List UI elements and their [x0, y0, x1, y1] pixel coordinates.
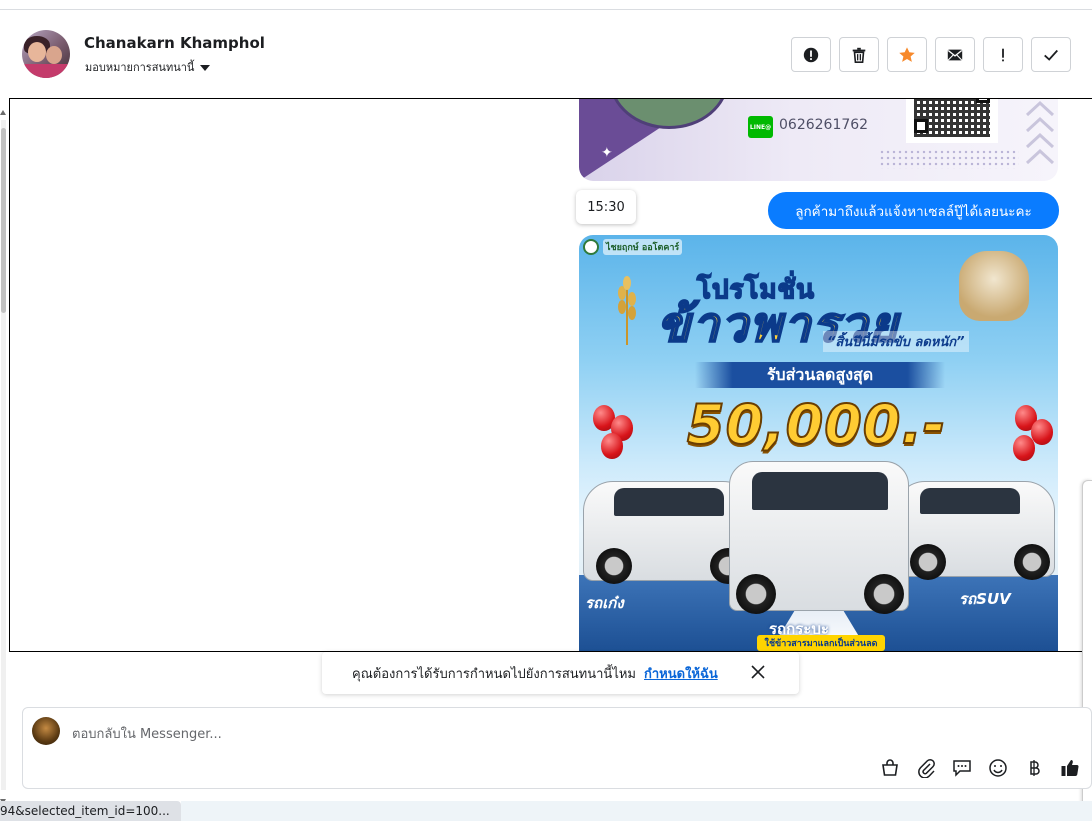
promo-ribbon: รับส่วนลดสูงสุด	[695, 362, 945, 388]
promo-tag: ใช้ข้าวสารมาแลกเป็นส่วนลด	[757, 635, 885, 651]
left-scrollbar[interactable]	[0, 110, 8, 804]
dealer-logo-icon	[583, 239, 599, 255]
contact-avatar[interactable]	[22, 30, 70, 78]
star-button[interactable]	[887, 37, 927, 72]
alert-circle-icon	[803, 47, 819, 62]
sedan-car-image	[583, 481, 753, 584]
promo-price: 50,000.-	[686, 392, 947, 457]
close-icon[interactable]	[749, 663, 767, 681]
contact-card-image[interactable]: ✦ 062-6458212 LINE@ 0626261762	[579, 99, 1058, 181]
composer-actions	[878, 756, 1082, 780]
suv-car-image	[895, 481, 1055, 580]
star-icon	[899, 46, 915, 62]
paperclip-icon	[918, 758, 935, 778]
assign-conversation-dropdown[interactable]: มอบหมายการสนทนานี้	[85, 58, 211, 76]
emoji-button[interactable]	[986, 756, 1010, 780]
label-suv: รถSUV	[959, 590, 1011, 608]
delete-button[interactable]	[839, 37, 879, 72]
reply-input[interactable]: ตอบกลับใน Messenger...	[72, 723, 222, 744]
mark-important-button[interactable]	[983, 37, 1023, 72]
smile-icon	[989, 759, 1007, 777]
scroll-thumb[interactable]	[1, 128, 6, 313]
rice-sack-image	[959, 251, 1029, 321]
payment-button[interactable]	[1022, 756, 1046, 780]
assign-suggestion-text: คุณต้องการได้รับการกำหนดไปยังการสนทนานี้…	[352, 666, 636, 682]
line-number: 0626261762	[779, 117, 869, 133]
message-thread[interactable]: ✦ 062-6458212 LINE@ 0626261762 15:30 ลูก…	[9, 98, 1092, 652]
exclamation-icon	[1002, 48, 1004, 61]
assign-to-me-link[interactable]: กำหนดให้ฉัน	[644, 663, 718, 684]
envelope-icon	[947, 49, 963, 60]
outgoing-message-bubble[interactable]: ลูกค้ามาถึงแล้วแจ้งหาเซลล์ปู๊ได้เลยนะคะ	[768, 192, 1059, 229]
inbox-conversation-view: Chanakarn Khamphol มอบหมายการสนทนานี้ ✦	[0, 0, 1092, 821]
sparkle-icon: ✦	[601, 145, 613, 161]
reply-composer[interactable]: ตอบกลับใน Messenger...	[22, 707, 1092, 789]
label-sedan: รถเก๋ง	[585, 594, 624, 612]
like-button[interactable]	[1058, 756, 1082, 780]
status-bar-url: 94&selected_item_id=100...	[0, 801, 181, 821]
check-icon	[1044, 49, 1058, 61]
dealer-logo: ไชยฤกษ์ ออโตคาร์	[583, 239, 683, 255]
shopping-bag-icon	[882, 759, 898, 776]
shop-button[interactable]	[878, 756, 902, 780]
balloon-icon	[1031, 419, 1053, 445]
top-divider	[0, 9, 1092, 10]
thumbs-up-icon	[1061, 760, 1079, 777]
contact-name[interactable]: Chanakarn Khamphol	[84, 34, 265, 52]
chevron-up-stack-icon	[1025, 100, 1055, 165]
trash-icon	[852, 47, 866, 63]
qr-code	[906, 99, 998, 143]
mark-done-button[interactable]	[1031, 37, 1071, 72]
conversation-toolbar	[791, 37, 1071, 72]
bottom-strip	[181, 801, 1092, 821]
report-spam-button[interactable]	[791, 37, 831, 72]
baht-icon	[1030, 760, 1040, 776]
attach-button[interactable]	[914, 756, 938, 780]
promo-subtitle: “สิ้นปีนี้มีรถขับ ลดหนัก”	[823, 331, 969, 352]
balloon-icon	[601, 433, 623, 459]
assign-label: มอบหมายการสนทนานี้	[85, 61, 195, 74]
saved-replies-button[interactable]	[950, 756, 974, 780]
chat-bubbles-icon	[953, 760, 971, 777]
mark-unread-button[interactable]	[935, 37, 975, 72]
balloon-icon	[1013, 435, 1035, 461]
dot-pattern	[879, 149, 1019, 169]
promo-image[interactable]: ไชยฤกษ์ ออโตคาร์ โปรโมชั่น ข้าวพารวย “สิ…	[579, 235, 1058, 651]
pickup-truck-image	[729, 461, 909, 614]
line-logo-icon: LINE@	[748, 116, 773, 138]
assign-suggestion-bar: คุณต้องการได้รับการกำหนดไปยังการสนทนานี้…	[322, 652, 799, 694]
message-timestamp: 15:30	[576, 190, 636, 224]
page-avatar	[32, 717, 60, 745]
scroll-up-arrow[interactable]	[0, 110, 6, 115]
wheat-icon	[618, 276, 636, 345]
caret-down-icon	[200, 64, 211, 71]
